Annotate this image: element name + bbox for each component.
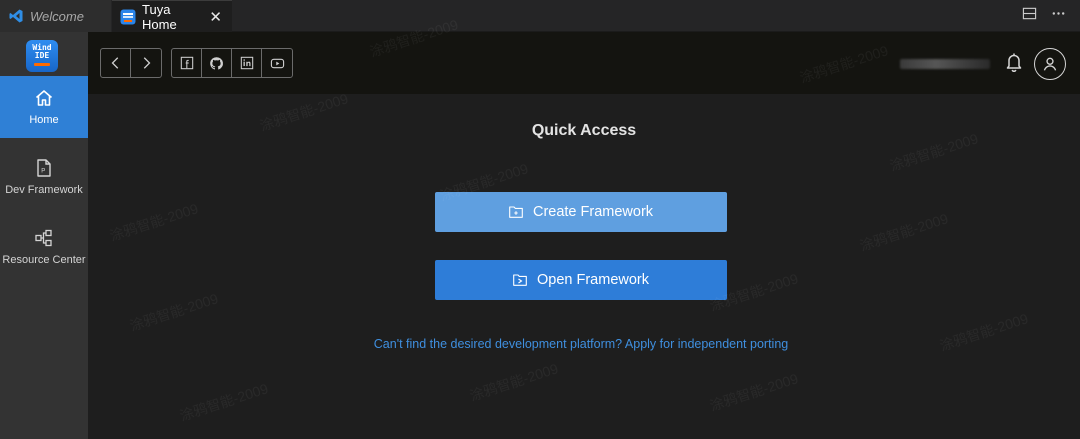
file-icon: P (37, 159, 51, 177)
quick-access-title: Quick Access (531, 122, 637, 139)
tab-welcome-label: Welcome (30, 8, 84, 24)
notification-button[interactable] (1004, 51, 1024, 78)
watermark: 涂鸦智能-2009 (857, 210, 951, 254)
masked-username (900, 59, 990, 69)
watermark: 涂鸦智能-2009 (707, 370, 801, 414)
facebook-button[interactable] (172, 49, 202, 77)
sidebar-item-home[interactable]: Home (0, 76, 88, 138)
avatar[interactable] (1034, 48, 1066, 80)
github-icon (210, 56, 223, 69)
sidebar-item-home-label: Home (29, 114, 59, 126)
watermark: 涂鸦智能-2009 (107, 200, 201, 244)
back-button[interactable] (101, 49, 131, 77)
user-icon (1043, 57, 1057, 71)
tab-actions (1022, 0, 1080, 31)
open-framework-label: Open Framework (536, 272, 649, 288)
activity-sidebar: Wind IDE Home P Dev Framework Resource C… (0, 32, 88, 439)
svg-text:P: P (41, 169, 45, 175)
logo-line-2: IDE (34, 51, 50, 60)
top-toolbar (88, 32, 1080, 94)
tab-tuya-home-label: Tuya Home (142, 1, 177, 32)
split-editor-icon[interactable] (1022, 6, 1037, 26)
linkedin-button[interactable] (232, 49, 262, 77)
create-framework-label: Create Framework (532, 204, 654, 220)
bell-icon (1006, 53, 1022, 72)
youtube-icon (270, 58, 284, 68)
youtube-button[interactable] (262, 49, 292, 77)
home-icon (35, 90, 53, 106)
linkedin-icon (240, 56, 253, 70)
facebook-icon (180, 56, 193, 70)
app-window: Welcome Tuya Home ✕ Wind IDE Home P Dev … (0, 0, 1080, 439)
wind-ide-icon (120, 9, 136, 25)
folder-plus-icon (509, 206, 523, 218)
wind-ide-logo: Wind IDE (26, 40, 58, 72)
close-icon[interactable]: ✕ (209, 8, 222, 26)
sidebar-item-resource-center[interactable]: Resource Center (0, 216, 88, 278)
sidebar-item-dev-framework-label: Dev Framework (5, 184, 83, 196)
forward-icon (143, 57, 151, 69)
sidebar-item-resource-center-label: Resource Center (2, 254, 86, 266)
watermark: 涂鸦智能-2009 (127, 290, 221, 334)
porting-link[interactable]: Can't find the desired development platf… (88, 337, 1074, 351)
nav-button-group (100, 48, 162, 78)
sidebar-item-dev-framework[interactable]: P Dev Framework (0, 146, 88, 208)
user-area (900, 48, 1066, 80)
resource-icon (35, 229, 52, 247)
github-button[interactable] (202, 49, 232, 77)
tab-welcome[interactable]: Welcome (0, 0, 112, 32)
more-icon[interactable] (1051, 6, 1066, 26)
watermark: 涂鸦智能-2009 (467, 360, 561, 404)
vscode-icon (8, 8, 24, 24)
watermark: 涂鸦智能-2009 (177, 380, 271, 424)
open-framework-button[interactable]: Open Framework (435, 260, 727, 300)
social-button-group (171, 48, 293, 78)
editor-tab-bar: Welcome Tuya Home ✕ (0, 0, 1080, 32)
forward-button[interactable] (131, 49, 161, 77)
back-icon (111, 57, 118, 69)
create-framework-button[interactable]: Create Framework (435, 192, 727, 232)
folder-open-icon (513, 274, 527, 286)
tuya-home-content: Quick Access Create Framework Open Frame… (88, 16, 1080, 439)
tab-tuya-home[interactable]: Tuya Home ✕ (112, 0, 232, 32)
